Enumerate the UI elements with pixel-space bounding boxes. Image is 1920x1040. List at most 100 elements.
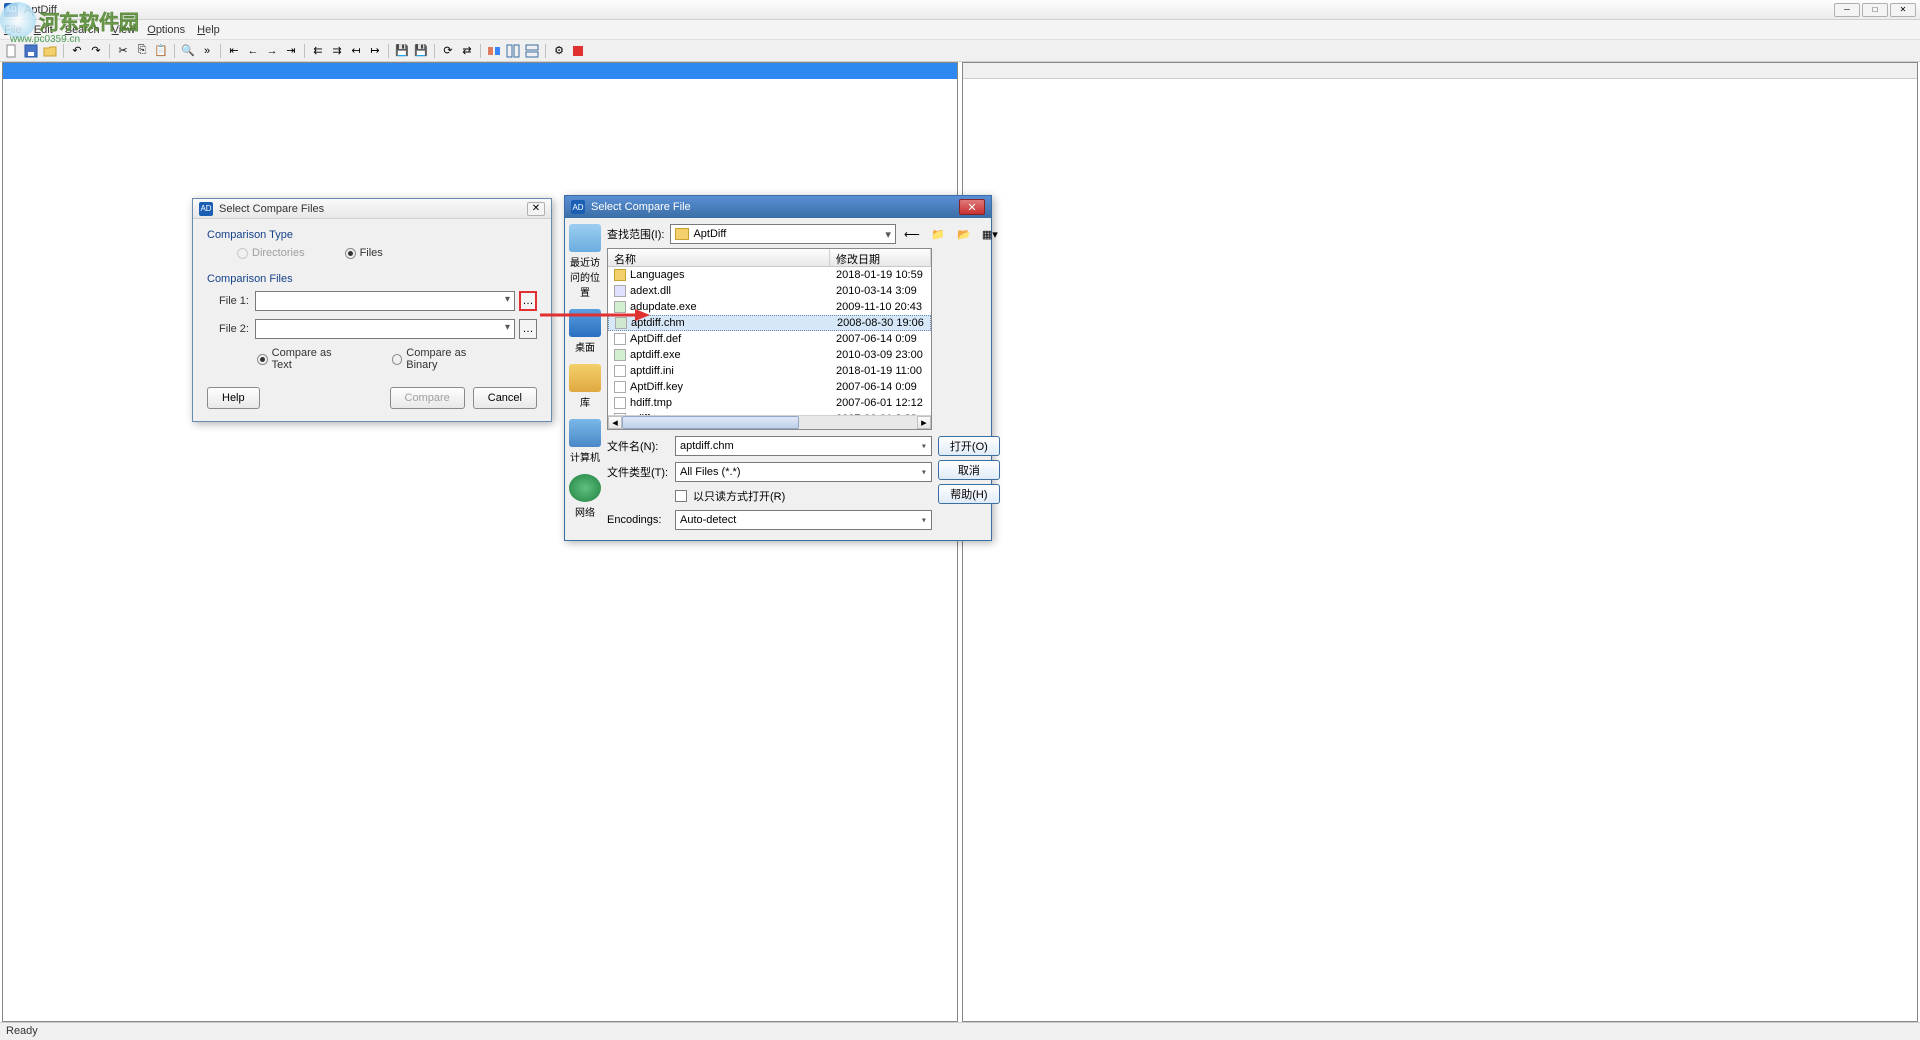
col-date[interactable]: 修改日期 — [830, 249, 931, 266]
file-row[interactable]: aptdiff.chm2008-08-30 19:06 — [608, 315, 931, 331]
tb-paste-icon[interactable]: 📋 — [153, 43, 169, 59]
menu-help[interactable]: Help — [197, 24, 220, 36]
dialog1-icon: AD — [199, 202, 213, 216]
up-icon[interactable]: 📁 — [928, 224, 948, 244]
tb-open-icon[interactable] — [42, 43, 58, 59]
menu-file[interactable]: File — [4, 24, 22, 36]
tb-copy-line-left-icon[interactable]: ↤ — [348, 43, 364, 59]
file2-label: File 2: — [207, 323, 249, 335]
minimize-button[interactable]: ─ — [1834, 3, 1860, 17]
file-row[interactable]: adext.dll2010-03-14 3:09 — [608, 283, 931, 299]
file-icon — [614, 349, 626, 361]
tb-first-diff-icon[interactable]: ⇤ — [226, 43, 242, 59]
comparison-files-label: Comparison Files — [207, 273, 537, 285]
tb-copy-left-icon[interactable]: ⇇ — [310, 43, 326, 59]
tb-copy-line-right-icon[interactable]: ↦ — [367, 43, 383, 59]
horizontal-scrollbar[interactable]: ◂▸ — [608, 415, 931, 429]
file2-browse-button[interactable]: … — [519, 319, 537, 339]
compare-button: Compare — [390, 387, 465, 409]
file-row[interactable]: Languages2018-01-19 10:59 — [608, 267, 931, 283]
file-row[interactable]: aptdiff.ini2018-01-19 11:00 — [608, 363, 931, 379]
dialog2-close-button[interactable]: ✕ — [959, 199, 985, 215]
place-recent[interactable]: 最近访问的位置 — [569, 224, 601, 299]
radio-directories — [237, 248, 248, 259]
tb-recompare-icon[interactable]: ⟳ — [440, 43, 456, 59]
right-pane[interactable] — [962, 62, 1918, 1022]
menu-options[interactable]: Options — [147, 24, 185, 36]
file-row[interactable]: adupdate.exe2009-11-10 20:43 — [608, 299, 931, 315]
help2-button[interactable]: 帮助(H) — [938, 484, 1000, 504]
tb-find-icon[interactable]: 🔍 — [180, 43, 196, 59]
status-bar: Ready — [0, 1022, 1920, 1040]
encodings-combo[interactable]: Auto-detect — [675, 510, 932, 530]
tb-findnext-icon[interactable]: » — [199, 43, 215, 59]
dialog1-close-button[interactable]: ✕ — [527, 202, 545, 216]
tb-copy-icon[interactable]: ⎘ — [134, 43, 150, 59]
tb-swap-icon[interactable]: ⇄ — [459, 43, 475, 59]
tb-last-diff-icon[interactable]: ⇥ — [283, 43, 299, 59]
menubar: File Edit Search View Options Help — [0, 20, 1920, 40]
tb-saveright-icon[interactable]: 💾 — [413, 43, 429, 59]
tb-undo-icon[interactable]: ↶ — [69, 43, 85, 59]
filename-input[interactable]: aptdiff.chm — [675, 436, 932, 456]
place-library[interactable]: 库 — [569, 364, 601, 409]
recent-icon — [569, 224, 601, 252]
radio-compare-text[interactable] — [257, 354, 268, 365]
views-icon[interactable]: ▦▾ — [980, 224, 1000, 244]
tb-save-icon[interactable] — [23, 43, 39, 59]
place-computer[interactable]: 计算机 — [569, 419, 601, 464]
main-titlebar: AD AptDiff ─ □ ✕ — [0, 0, 1920, 20]
comparison-type-label: Comparison Type — [207, 229, 537, 241]
tb-cut-icon[interactable]: ✂ — [115, 43, 131, 59]
file1-browse-button[interactable]: … — [519, 291, 537, 311]
app-icon: AD — [4, 3, 18, 17]
radio-compare-binary[interactable] — [392, 354, 403, 365]
file2-combo[interactable] — [255, 319, 515, 339]
lookin-label: 查找范围(I): — [607, 226, 664, 242]
menu-view[interactable]: View — [112, 24, 136, 36]
filetype-combo[interactable]: All Files (*.*) — [675, 462, 932, 482]
file-row[interactable]: AptDiff.def2007-06-14 0:09 — [608, 331, 931, 347]
maximize-button[interactable]: □ — [1862, 3, 1888, 17]
tb-horizontal-icon[interactable] — [524, 43, 540, 59]
lookin-combo[interactable]: AptDiff — [670, 224, 895, 244]
dialog2-title: Select Compare File — [591, 201, 959, 213]
menu-search[interactable]: Search — [65, 24, 100, 36]
readonly-checkbox[interactable] — [675, 490, 687, 502]
radio-files[interactable] — [345, 248, 356, 259]
tb-next-diff-icon[interactable]: → — [264, 43, 280, 59]
file-row[interactable]: aptdiff.exe2010-03-09 23:00 — [608, 347, 931, 363]
tb-vertical-icon[interactable] — [505, 43, 521, 59]
newfolder-icon[interactable]: 📂 — [954, 224, 974, 244]
tb-prev-diff-icon[interactable]: ← — [245, 43, 261, 59]
tb-stop-icon[interactable] — [570, 43, 586, 59]
open-button[interactable]: 打开(O) — [938, 436, 1000, 456]
cancel-button[interactable]: Cancel — [473, 387, 537, 409]
tb-options-icon[interactable]: ⚙ — [551, 43, 567, 59]
col-name[interactable]: 名称 — [608, 249, 830, 266]
close-button[interactable]: ✕ — [1890, 3, 1916, 17]
tb-new-icon[interactable] — [4, 43, 20, 59]
file-list[interactable]: 名称 修改日期 Languages2018-01-19 10:59adext.d… — [607, 248, 932, 430]
tb-highlight-icon[interactable] — [486, 43, 502, 59]
filetype-label: 文件类型(T): — [607, 464, 669, 480]
cancel2-button[interactable]: 取消 — [938, 460, 1000, 480]
tb-redo-icon[interactable]: ↷ — [88, 43, 104, 59]
file-icon — [614, 333, 626, 345]
file1-combo[interactable] — [255, 291, 515, 311]
status-text: Ready — [6, 1025, 38, 1037]
back-icon[interactable]: ⟵ — [902, 224, 922, 244]
file-icon — [614, 381, 626, 393]
tb-saveleft-icon[interactable]: 💾 — [394, 43, 410, 59]
select-compare-files-dialog: AD Select Compare Files ✕ Comparison Typ… — [192, 198, 552, 422]
file-icon — [614, 269, 626, 281]
menu-edit[interactable]: Edit — [34, 24, 53, 36]
place-network[interactable]: 网络 — [569, 474, 601, 519]
file-icon — [614, 397, 626, 409]
tb-copy-right-icon[interactable]: ⇉ — [329, 43, 345, 59]
help-button[interactable]: Help — [207, 387, 260, 409]
encodings-label: Encodings: — [607, 514, 669, 526]
file-row[interactable]: hdiff.tmp2007-06-01 12:12 — [608, 395, 931, 411]
places-bar: 最近访问的位置 桌面 库 计算机 网络 — [565, 218, 605, 540]
file-row[interactable]: AptDiff.key2007-06-14 0:09 — [608, 379, 931, 395]
